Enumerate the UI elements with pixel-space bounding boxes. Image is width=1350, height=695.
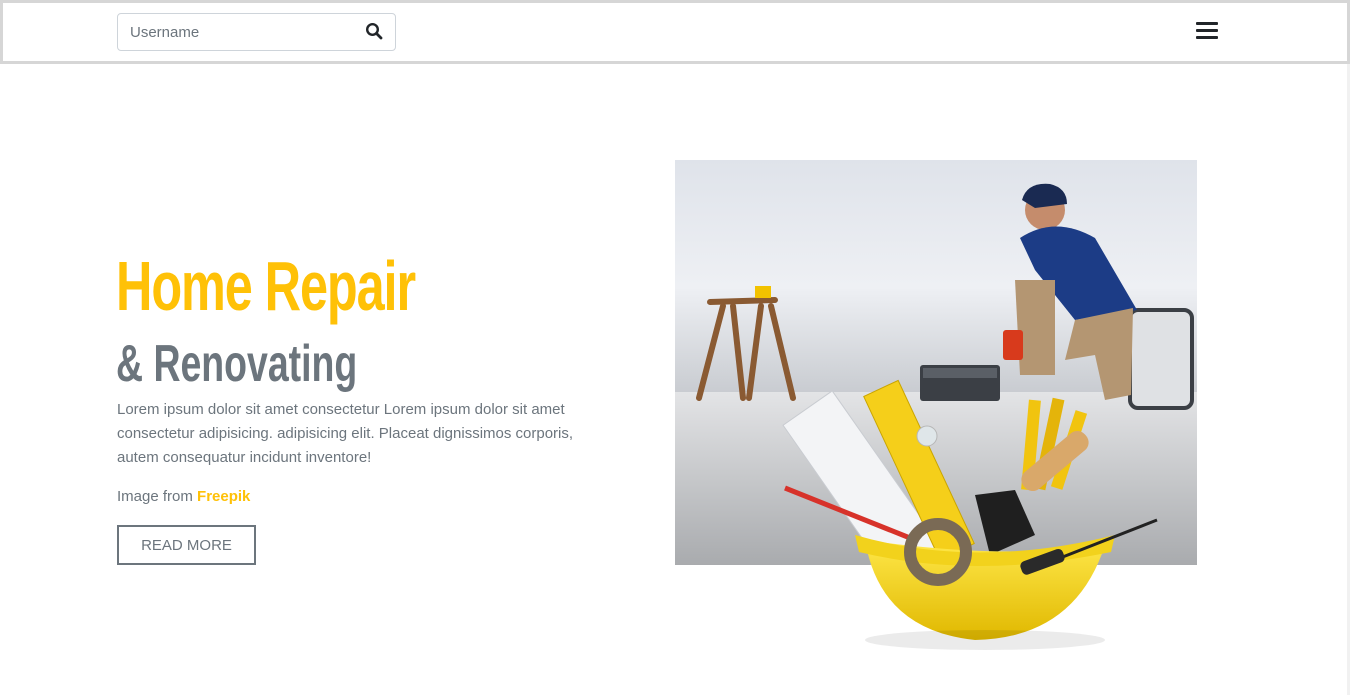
hamburger-menu-icon[interactable] xyxy=(1196,20,1220,42)
search-input[interactable] xyxy=(118,14,358,50)
search-icon[interactable] xyxy=(365,22,385,42)
top-navbar xyxy=(0,0,1350,64)
hero-image xyxy=(675,160,1197,650)
image-credit: Image from Freepik xyxy=(117,486,250,508)
hero-title: Home Repair xyxy=(116,247,416,325)
hero-subtitle: & Renovating xyxy=(116,335,358,393)
hero-description: Lorem ipsum dolor sit amet consectetur L… xyxy=(117,401,574,466)
search-box xyxy=(117,13,396,51)
freepik-link[interactable]: Freepik xyxy=(197,488,250,505)
read-more-button[interactable]: READ MORE xyxy=(117,525,256,565)
credit-prefix: Image from xyxy=(117,488,193,505)
